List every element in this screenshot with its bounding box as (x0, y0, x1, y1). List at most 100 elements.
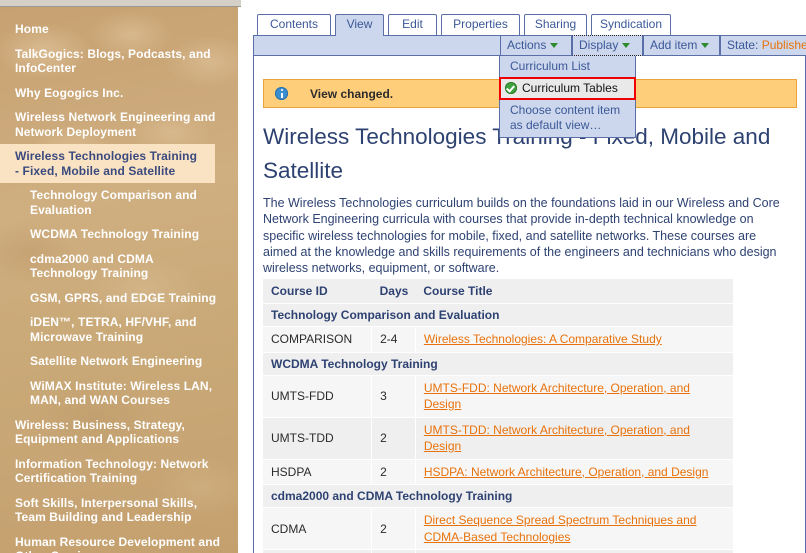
cell-course-id: HSDPA (263, 458, 373, 485)
cell-course-id: UMTS-FDD (263, 374, 373, 417)
state-prefix-label: State: (727, 38, 759, 52)
tab-label: View (346, 17, 373, 31)
sidebar-item-14[interactable]: Soft Skills, Interpersonal Skills, Team … (0, 491, 238, 530)
sidebar-item-9[interactable]: iDEN™, TETRA, HF/VHF, and Microwave Trai… (0, 310, 238, 349)
cell-days: 2 (371, 458, 416, 485)
display-menu-button[interactable]: Display (572, 35, 643, 56)
sidebar-item-label: iDEN™, TETRA, HF/VHF, and Microwave Trai… (30, 315, 197, 344)
tab-label: Edit (402, 17, 423, 31)
actions-menu-button[interactable]: Actions (500, 35, 572, 56)
curriculum-table-head: Course ID Days Course Title (263, 278, 733, 304)
tab-label: Syndication (599, 17, 663, 31)
sidebar-item-label: cdma2000 and CDMA Technology Training (30, 251, 154, 281)
course-title-link[interactable]: Wireless Technologies: A Comparative Stu… (424, 331, 662, 348)
state-menu-button[interactable]: State: Published (720, 35, 806, 56)
cell-course-id (263, 549, 373, 553)
sidebar-item-6[interactable]: WCDMA Technology Training (0, 222, 238, 247)
tab-label: Contents (269, 17, 319, 31)
cms-toolbar: Actions Display Add item State: Publishe… (253, 35, 806, 56)
curriculum-table-body: Technology Comparison and Evaluation COMP… (263, 303, 733, 553)
table-group-row: cdma2000 and CDMA Technology Training (263, 484, 733, 508)
tab-label: Sharing (534, 17, 577, 31)
table-row: UMTS-FDD 3 UMTS-FDD: Network Architecture,… (263, 374, 733, 417)
site-navigation-sidebar: Home TalkGogics: Blogs, Podcasts, and Inf… (0, 7, 238, 553)
cell-days: 2 (371, 416, 416, 459)
sidebar-item-2[interactable]: Why Eogogics Inc. (0, 81, 238, 106)
browser-page: Home TalkGogics: Blogs, Podcasts, and Inf… (0, 0, 806, 553)
menu-item-curriculum-tables-label: Curriculum Tables (522, 81, 618, 95)
add-item-menu-button[interactable]: Add item (643, 35, 720, 56)
cell-days: 3 (371, 374, 416, 417)
sidebar-item-11[interactable]: WiMAX Institute: Wireless LAN, MAN, and … (0, 374, 238, 413)
sidebar-item-15[interactable]: Human Resource Development and Other Ser… (0, 530, 238, 553)
cell-days: 2 (371, 507, 416, 550)
cell-days (371, 549, 416, 553)
info-icon (275, 87, 288, 100)
chevron-down-icon (701, 42, 710, 48)
sidebar-item-10[interactable]: Satellite Network Engineering (0, 349, 238, 374)
tab-properties[interactable]: Properties (441, 14, 520, 35)
tab-syndication[interactable]: Syndication (591, 14, 671, 35)
actions-label: Actions (507, 38, 547, 52)
sidebar-item-label: Human Resource Development and Other Ser… (15, 534, 221, 553)
page-description: The Wireless Technologies curriculum bui… (263, 196, 780, 276)
sidebar-item-8[interactable]: GSM, GPRS, and EDGE Training (0, 286, 238, 311)
table-row: cdmaOne/IS95: Network Architecture, Oper… (263, 549, 733, 553)
tab-contents[interactable]: Contents (257, 14, 331, 35)
cell-course-title: Wireless Technologies: A Comparative Stu… (415, 326, 733, 352)
table-row: COMPARISON 2-4 Wireless Technologies: A Co… (263, 326, 733, 352)
cell-course-title: cdmaOne/IS95: Network Architecture, Oper… (415, 549, 733, 553)
state-value: Published (761, 38, 806, 52)
sidebar-item-label: Why Eogogics Inc. (15, 85, 124, 100)
sidebar-item-label: Satellite Network Engineering (30, 354, 203, 368)
tab-sharing[interactable]: Sharing (524, 14, 587, 35)
cms-tab-bar: Contents View Edit Properties Sharing Syndica… (253, 14, 806, 36)
sidebar-item-0[interactable]: Home (0, 17, 238, 42)
table-group-label: Technology Comparison and Evaluation (263, 303, 733, 327)
cell-course-title: UMTS-TDD: Network Architecture, Operatio… (415, 416, 733, 459)
display-label: Display (579, 38, 619, 52)
sidebar-item-5[interactable]: Technology Comparison and Evaluation (0, 183, 238, 222)
sidebar-item-7[interactable]: cdma2000 and CDMA Technology Training (0, 247, 238, 286)
table-group-label: cdma2000 and CDMA Technology Training (263, 484, 733, 508)
column-header-days: Days (371, 278, 416, 304)
course-title-link[interactable]: HSDPA: Network Architecture, Operation, … (424, 464, 709, 481)
add-item-label: Add item (650, 38, 698, 52)
chevron-down-icon (550, 42, 559, 48)
sidebar-item-label: Wireless Network Engineering and Network… (15, 110, 216, 139)
sidebar-item-label: Wireless: Business, Strategy, Equipment … (15, 417, 185, 447)
tab-label: Properties (453, 17, 508, 31)
sidebar-item-label: Home (15, 22, 49, 36)
tab-edit[interactable]: Edit (388, 14, 437, 35)
sidebar-item-3[interactable]: Wireless Network Engineering and Network… (0, 105, 238, 144)
sidebar-item-label: Wireless Technologies Training - Fixed, … (15, 149, 198, 178)
table-header-row: Course ID Days Course Title (263, 278, 733, 304)
curriculum-table: Course ID Days Course Title Technology C… (263, 278, 733, 553)
menu-item-curriculum-list[interactable]: Curriculum List (500, 56, 635, 77)
menu-item-curriculum-tables[interactable]: Curriculum Tables (499, 77, 636, 100)
sidebar-item-label: WCDMA Technology Training (30, 227, 200, 241)
course-title-link[interactable]: Direct Sequence Spread Spectrum Techniqu… (424, 512, 727, 545)
cell-course-id: CDMA (263, 507, 373, 550)
cms-content-panel: Contents View Edit Properties Sharing Syndica… (253, 0, 806, 553)
sidebar-item-label: GSM, GPRS, and EDGE Training (30, 290, 217, 305)
chevron-down-icon (622, 42, 631, 48)
sidebar-item-4[interactable]: Wireless Technologies Training - Fixed, … (0, 144, 215, 183)
sidebar-item-13[interactable]: Information Technology: Network Certific… (0, 452, 238, 491)
sidebar-item-12[interactable]: Wireless: Business, Strategy, Equipment … (0, 413, 238, 452)
cell-course-title: UMTS-FDD: Network Architecture, Operatio… (415, 374, 733, 417)
table-row: UMTS-TDD 2 UMTS-TDD: Network Architecture,… (263, 416, 733, 459)
sidebar-item-label: WiMAX Institute: Wireless LAN, MAN, and … (30, 378, 213, 408)
cell-days: 2-4 (371, 326, 416, 352)
course-title-link[interactable]: UMTS-TDD: Network Architecture, Operatio… (424, 422, 727, 455)
course-title-link[interactable]: UMTS-FDD: Network Architecture, Operatio… (424, 380, 727, 413)
table-row: HSDPA 2 HSDPA: Network Architecture, Opera… (263, 458, 733, 485)
table-group-row: WCDMA Technology Training (263, 351, 733, 375)
tab-view[interactable]: View (335, 14, 384, 36)
display-dropdown-menu: Curriculum List Curriculum Tables Choose… (499, 56, 636, 138)
menu-item-choose-default-view-line1[interactable]: Choose content item (500, 100, 635, 118)
cell-course-title: Direct Sequence Spread Spectrum Techniqu… (415, 507, 733, 550)
sidebar-item-label: Information Technology: Network Certific… (15, 456, 209, 486)
menu-item-choose-default-view-line2[interactable]: as default view… (500, 118, 635, 137)
sidebar-item-1[interactable]: TalkGogics: Blogs, Podcasts, and InfoCen… (0, 42, 238, 81)
